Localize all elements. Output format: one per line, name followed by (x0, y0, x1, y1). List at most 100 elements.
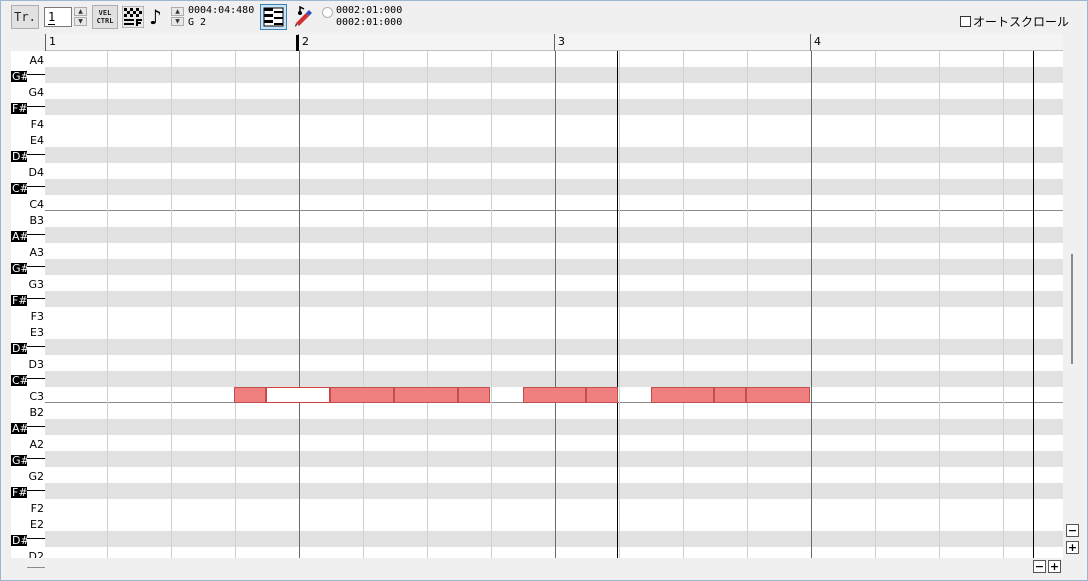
piano-keyboard[interactable]: A4 G# G4 F# F4 E4 D# D4 C# C4 B3 A# A3 G# G3 F# F3 E3 D# D3… (11, 51, 45, 558)
beat-line (171, 51, 172, 558)
spin-down-icon[interactable]: ▼ (171, 17, 184, 26)
ctrl-label: CTRL (96, 17, 114, 25)
vertical-scrollbar[interactable] (1064, 34, 1081, 524)
autoscroll-checkbox[interactable]: オートスクロール (960, 13, 1069, 30)
note-block[interactable] (714, 387, 746, 403)
key-label: F# (11, 486, 28, 499)
selected-note[interactable] (266, 387, 330, 403)
key-label: F2 (30, 502, 44, 515)
beat-line (939, 51, 940, 558)
key-label: D3 (28, 358, 44, 371)
beat-line (491, 51, 492, 558)
key-label: D# (11, 534, 30, 547)
beat-line (427, 51, 428, 558)
key-label: G# (11, 70, 30, 83)
black-key-lane (45, 483, 1063, 499)
toolbar: Tr. 1 ▲ ▼ VEL CTRL ♪ ▲ ▼ 0004:04:480 G 2… (1, 1, 1087, 34)
key-label: C4 (29, 198, 44, 211)
beat-line (235, 51, 236, 558)
note-length-icon[interactable]: ♪ (149, 5, 162, 29)
note-block[interactable] (394, 387, 458, 403)
autoscroll-label: オートスクロール (973, 15, 1070, 29)
note-grid[interactable] (45, 51, 1063, 558)
cursor-position: 0004:04:480 G 2 (188, 5, 254, 29)
position-pitch: G 2 (188, 17, 207, 28)
vel-label: VEL (98, 9, 112, 17)
beat-line (683, 51, 684, 558)
vel-ctrl-button[interactable]: VEL CTRL (92, 5, 118, 29)
key-label: G2 (28, 470, 44, 483)
key-label: A# (11, 422, 29, 435)
black-key-lane (45, 291, 1063, 307)
beat-line (363, 51, 364, 558)
measure-label: 1 (45, 34, 56, 51)
track-number-input[interactable]: 1 (44, 7, 72, 27)
measure-ruler[interactable]: 1 2 3 4 (45, 34, 1063, 51)
key-label: G# (11, 262, 30, 275)
black-key-lane (45, 179, 1063, 195)
black-key-lane (45, 67, 1063, 83)
key-label: E3 (30, 326, 44, 339)
piano-roll-icon (263, 7, 284, 27)
playback-cursor[interactable] (296, 35, 299, 51)
key-label: A3 (29, 246, 44, 259)
horizontal-scroll-thumb[interactable] (27, 567, 45, 568)
range-radio[interactable] (322, 7, 333, 18)
key-label: C3 (29, 390, 44, 403)
key-divider (27, 74, 45, 75)
measure-line (555, 51, 556, 558)
measure-label: 3 (554, 34, 565, 51)
key-divider (27, 106, 45, 107)
measure-label: 4 (810, 34, 821, 51)
key-divider (27, 458, 45, 459)
measure-line (299, 51, 300, 558)
key-divider (27, 154, 45, 155)
key-label: C# (11, 182, 29, 195)
zoom-plus-icon[interactable]: + (1048, 560, 1061, 573)
range-end: 0002:01:000 (336, 17, 403, 28)
spin-down-icon[interactable]: ▼ (74, 17, 87, 26)
zoom-minus-icon[interactable]: − (1066, 524, 1079, 537)
track-button[interactable]: Tr. (11, 5, 39, 29)
note-block[interactable] (234, 387, 266, 403)
spin-up-icon[interactable]: ▲ (171, 7, 184, 16)
grid-snap-icon[interactable] (122, 6, 144, 28)
key-divider (27, 426, 45, 427)
vertical-scroll-thumb[interactable] (1071, 254, 1073, 364)
track-number-value: 1 (48, 10, 56, 25)
beat-line (1003, 51, 1004, 558)
beat-line (747, 51, 748, 558)
black-key-lane (45, 451, 1063, 467)
pencil-icon[interactable] (291, 5, 315, 29)
marker-line (1033, 51, 1034, 558)
checkbox-box[interactable] (960, 16, 971, 27)
piano-roll-window: Tr. 1 ▲ ▼ VEL CTRL ♪ ▲ ▼ 0004:04:480 G 2… (0, 0, 1088, 581)
key-divider (27, 538, 45, 539)
key-divider (27, 490, 45, 491)
key-label: B2 (29, 406, 44, 419)
note-block[interactable] (746, 387, 810, 403)
note-block[interactable] (651, 387, 714, 403)
spin-up-icon[interactable]: ▲ (74, 7, 87, 16)
zoom-minus-icon[interactable]: − (1033, 560, 1046, 573)
horizontal-scrollbar[interactable] (11, 558, 1063, 576)
key-label: E4 (30, 134, 44, 147)
key-divider (27, 266, 45, 267)
note-block[interactable] (458, 387, 490, 403)
black-key-lane (45, 99, 1063, 115)
octave-line (45, 210, 1063, 211)
note-block[interactable] (330, 387, 394, 403)
position-time: 0004:04:480 (188, 5, 255, 16)
black-key-lane (45, 419, 1063, 435)
black-key-lane (45, 227, 1063, 243)
marker-line (617, 51, 618, 558)
note-block[interactable] (523, 387, 586, 403)
range-display: 0002:01:000 0002:01:000 (336, 5, 402, 29)
note-length-spinner[interactable]: ▲ ▼ (171, 7, 184, 27)
key-label: G4 (28, 86, 44, 99)
key-label: B3 (29, 214, 44, 227)
zoom-plus-icon[interactable]: + (1066, 541, 1079, 554)
track-spinner[interactable]: ▲ ▼ (74, 7, 87, 27)
piano-roll-mode-button[interactable] (260, 4, 287, 30)
note-block[interactable] (586, 387, 618, 403)
